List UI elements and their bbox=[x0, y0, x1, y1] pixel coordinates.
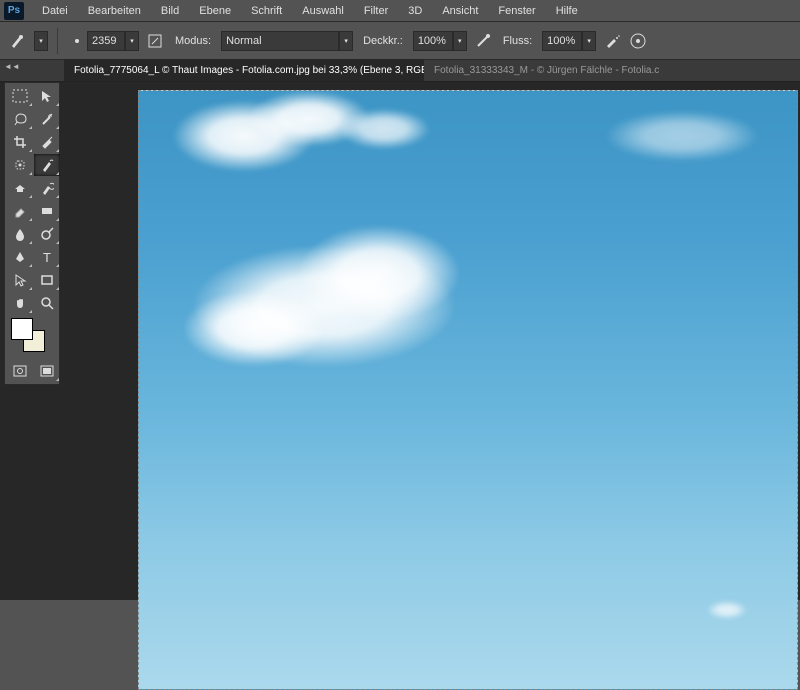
cloud-graphic bbox=[299, 226, 459, 321]
pen-tool[interactable] bbox=[7, 246, 33, 268]
mode-label: Modus: bbox=[175, 35, 211, 47]
history-brush-tool[interactable] bbox=[34, 177, 60, 199]
blur-tool[interactable] bbox=[7, 223, 33, 245]
foreground-color-swatch[interactable] bbox=[11, 318, 33, 340]
brush-size-dropdown[interactable]: ▾ bbox=[125, 31, 139, 51]
opacity-field[interactable]: 100% ▾ bbox=[413, 31, 467, 51]
app-logo: Ps bbox=[4, 2, 24, 20]
zoom-tool[interactable] bbox=[34, 292, 60, 314]
dodge-tool[interactable] bbox=[34, 223, 60, 245]
menu-type[interactable]: Schrift bbox=[241, 2, 292, 20]
canvas-viewport[interactable] bbox=[138, 90, 800, 600]
flow-dropdown[interactable]: ▾ bbox=[582, 31, 596, 51]
flow-field[interactable]: 100% ▾ bbox=[542, 31, 596, 51]
blend-mode-value[interactable]: Normal bbox=[221, 31, 339, 51]
opacity-pressure-icon[interactable] bbox=[473, 31, 493, 51]
opacity-dropdown[interactable]: ▾ bbox=[453, 31, 467, 51]
flow-label: Fluss: bbox=[503, 35, 532, 47]
hand-tool[interactable] bbox=[7, 292, 33, 314]
blend-mode-dropdown[interactable]: ▾ bbox=[339, 31, 353, 51]
svg-text:T: T bbox=[43, 250, 51, 264]
blend-mode-select[interactable]: Normal ▾ bbox=[221, 31, 353, 51]
menu-image[interactable]: Bild bbox=[151, 2, 189, 20]
move-tool[interactable] bbox=[34, 85, 60, 107]
magic-wand-tool[interactable] bbox=[34, 108, 60, 130]
opacity-value[interactable]: 100% bbox=[413, 31, 453, 51]
clone-stamp-tool[interactable] bbox=[7, 177, 33, 199]
menu-window[interactable]: Fenster bbox=[488, 2, 545, 20]
tool-preset-icon[interactable] bbox=[8, 31, 28, 51]
menu-filter[interactable]: Filter bbox=[354, 2, 398, 20]
menu-select[interactable]: Auswahl bbox=[292, 2, 354, 20]
menu-edit[interactable]: Bearbeiten bbox=[78, 2, 151, 20]
eraser-tool[interactable] bbox=[7, 200, 33, 222]
type-tool[interactable]: T bbox=[34, 246, 60, 268]
shape-tool[interactable] bbox=[34, 269, 60, 291]
brush-size-value[interactable]: 2359 bbox=[87, 31, 125, 51]
menu-view[interactable]: Ansicht bbox=[432, 2, 488, 20]
cloud-graphic bbox=[707, 601, 747, 619]
document-tab-active[interactable]: Fotolia_7775064_L © Thaut Images - Fotol… bbox=[64, 59, 424, 81]
lasso-tool[interactable] bbox=[7, 108, 33, 130]
healing-brush-tool[interactable] bbox=[7, 154, 33, 176]
marquee-tool[interactable] bbox=[7, 85, 33, 107]
airbrush-icon[interactable] bbox=[602, 31, 622, 51]
flow-value[interactable]: 100% bbox=[542, 31, 582, 51]
tool-preset-dropdown[interactable]: ▾ bbox=[34, 31, 48, 51]
menu-bar: Ps Datei Bearbeiten Bild Ebene Schrift A… bbox=[0, 0, 800, 22]
color-swatches bbox=[7, 314, 57, 358]
document-tab-label: Fotolia_31333343_M - © Jürgen Fälchle - … bbox=[434, 65, 659, 76]
opacity-label: Deckkr.: bbox=[363, 35, 403, 47]
document-tab-inactive[interactable]: Fotolia_31333343_M - © Jürgen Fälchle - … bbox=[424, 59, 669, 81]
brush-panel-toggle-icon[interactable] bbox=[145, 31, 165, 51]
brush-size-field[interactable]: 2359 ▾ bbox=[67, 31, 139, 51]
tool-palette: T bbox=[4, 82, 60, 385]
panel-toggle-icon[interactable]: ◄◄ bbox=[4, 62, 20, 71]
crop-tool[interactable] bbox=[7, 131, 33, 153]
options-bar: ▾ 2359 ▾ Modus: Normal ▾ Deckkr.: 100% ▾… bbox=[0, 22, 800, 60]
work-area: T bbox=[0, 82, 800, 600]
screenmode-toggle[interactable] bbox=[34, 360, 60, 382]
cloud-graphic bbox=[607, 111, 757, 161]
menu-layer[interactable]: Ebene bbox=[189, 2, 241, 20]
cloud-graphic bbox=[339, 109, 429, 149]
quickmask-toggle[interactable] bbox=[7, 360, 33, 382]
menu-file[interactable]: Datei bbox=[32, 2, 78, 20]
menu-help[interactable]: Hilfe bbox=[546, 2, 588, 20]
path-select-tool[interactable] bbox=[7, 269, 33, 291]
document-tab-strip: ◄◄ Fotolia_7775064_L © Thaut Images - Fo… bbox=[0, 60, 800, 82]
tablet-pressure-icon[interactable] bbox=[628, 31, 648, 51]
document-tab-label: Fotolia_7775064_L © Thaut Images - Fotol… bbox=[74, 65, 424, 76]
cloud-graphic bbox=[184, 291, 324, 366]
gradient-tool[interactable] bbox=[34, 200, 60, 222]
brush-tool[interactable] bbox=[34, 154, 60, 176]
menu-3d[interactable]: 3D bbox=[398, 2, 432, 20]
document-canvas[interactable] bbox=[138, 90, 798, 690]
eyedropper-tool[interactable] bbox=[34, 131, 60, 153]
